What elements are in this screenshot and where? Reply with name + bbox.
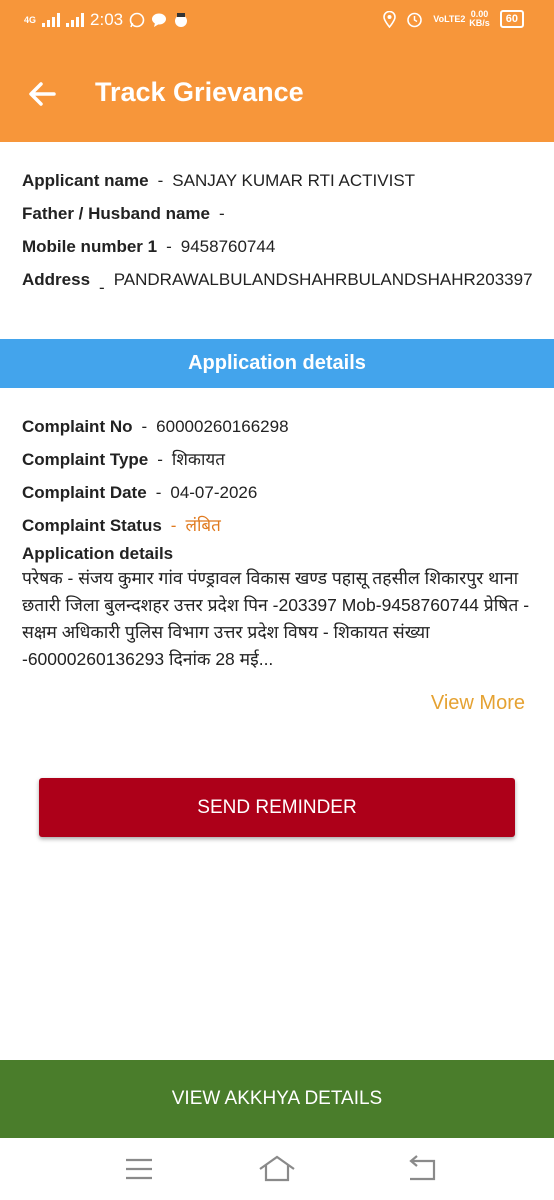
back-icon	[409, 1155, 436, 1181]
home-icon	[259, 1155, 295, 1182]
complaint-type-row: Complaint Type - शिकायत	[22, 450, 225, 469]
complaint-status-label: Complaint Status	[22, 516, 162, 535]
home-nav-button[interactable]	[257, 1152, 297, 1186]
send-reminder-button[interactable]: SEND REMINDER	[39, 778, 515, 837]
complaint-no-value: 60000260166298	[156, 417, 289, 436]
father-husband-name-label: Father / Husband name	[22, 204, 210, 223]
signal-icon	[42, 13, 61, 27]
app-bar: Track Grievance	[0, 44, 554, 142]
menu-icon	[126, 1158, 152, 1180]
alarm-icon	[407, 12, 423, 27]
mobile-number-label: Mobile number 1	[22, 237, 158, 256]
whatsapp-icon	[129, 12, 145, 28]
applicant-name-value: SANJAY KUMAR RTI ACTIVIST	[172, 171, 416, 190]
volte-indicator: VoLTE2	[433, 13, 466, 24]
father-husband-name-row: Father / Husband name -	[22, 204, 225, 223]
complaint-type-value: शिकायत	[171, 450, 225, 469]
back-arrow-icon	[29, 82, 56, 106]
message-icon	[152, 13, 167, 27]
location-icon	[383, 10, 397, 28]
network-type: 4G	[24, 14, 37, 25]
menu-nav-button[interactable]	[119, 1152, 159, 1186]
complaint-no-row: Complaint No - 60000260166298	[22, 417, 289, 436]
applicant-info: Applicant name - SANJAY KUMAR RTI ACTIVI…	[22, 170, 537, 310]
complaint-status-row: Complaint Status - लंबित	[22, 516, 221, 535]
complaint-type-label: Complaint Type	[22, 450, 149, 469]
battery-indicator: 60	[499, 10, 524, 28]
mobile-number-row: Mobile number 1 - 9458760744	[22, 237, 276, 256]
signal-2-icon	[66, 13, 85, 27]
complaint-status-value: लंबित	[185, 516, 221, 535]
notification-avatar-icon	[175, 13, 188, 27]
view-more-link[interactable]: View More	[431, 692, 525, 715]
application-details-label: Application details	[22, 544, 174, 563]
view-akkhya-details-button[interactable]: VIEW AKKHYA DETAILS	[0, 1060, 554, 1138]
address-row: Address - PANDRAWALBULANDSHAHRBULANDSHAH…	[22, 270, 533, 297]
complaint-date-label: Complaint Date	[22, 483, 147, 502]
complaint-no-label: Complaint No	[22, 417, 133, 436]
page-title: Track Grievance	[95, 77, 304, 107]
applicant-name-row: Applicant name - SANJAY KUMAR RTI ACTIVI…	[22, 171, 416, 190]
application-details-header: Application details	[0, 339, 554, 388]
complaint-date-value: 04-07-2026	[170, 483, 258, 502]
complaint-details: Complaint No - 60000260166298 Complaint …	[22, 416, 537, 673]
address-label: Address	[22, 270, 91, 289]
back-nav-button[interactable]	[400, 1152, 440, 1186]
clock: 2:03	[90, 10, 124, 29]
application-details-text: परेषक - संजय कुमार गांव पंण्ड्रावल विकास…	[22, 568, 530, 669]
status-bar: 4G 2:03 VoLTE2 0.00 KB/s 60	[0, 0, 554, 44]
back-button[interactable]	[24, 74, 64, 114]
address-value: PANDRAWALBULANDSHAHRBULANDSHAHR203397	[113, 270, 533, 289]
system-navigation-bar	[0, 1138, 554, 1200]
applicant-name-label: Applicant name	[22, 171, 149, 190]
speed-unit: KB/s	[469, 18, 490, 28]
mobile-number-value: 9458760744	[180, 237, 276, 256]
complaint-date-row: Complaint Date - 04-07-2026	[22, 483, 258, 502]
